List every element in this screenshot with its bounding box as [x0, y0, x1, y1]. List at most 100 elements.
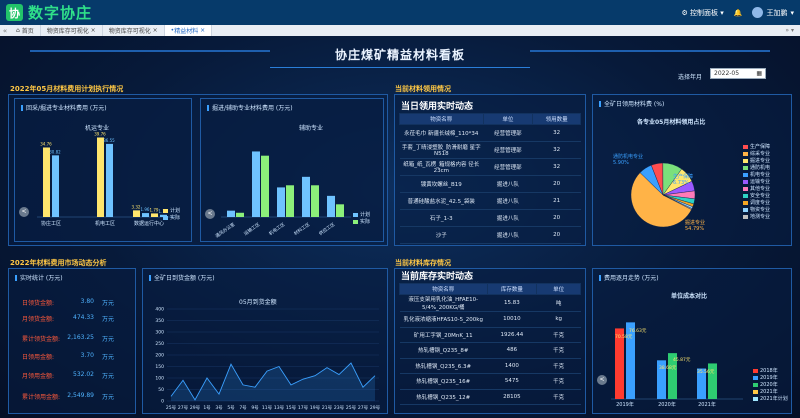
x-tick-label: 15号 — [286, 405, 297, 411]
legend-label: 2021年计划 — [760, 396, 788, 402]
table-cell: 石子_1-3 — [399, 209, 484, 227]
table-cell: 千克 — [536, 342, 581, 359]
section-title-dynamic: 2022年材料费用市场动态分析 — [10, 259, 107, 267]
table-row[interactable]: 液压支架用乳化油_HFAE10-5/4%_200KG/桶 15.83 吨 — [399, 294, 581, 312]
pie-legend: 生产保障 综采专业 掘进专业 通防机电 机电专业 运输专业 其他专业 安全专业 调度专业 物资专业… — [743, 143, 770, 220]
logo-icon: 协 — [6, 4, 23, 21]
table-row[interactable]: 乳化液浓缩液HFAS10-5_200kg 10010 kg — [399, 311, 581, 328]
tab-label: 物资库存可视化 — [46, 28, 89, 35]
summary-u: 万元 — [102, 300, 115, 307]
table-row[interactable]: 石子_1-3 掘进八队 20 — [399, 209, 581, 227]
summary-v: 3.80 — [80, 298, 94, 305]
table-row[interactable]: 矿用工字钢_20MnK_11 1926.44 千克 — [399, 327, 581, 343]
bar-actual — [52, 155, 59, 217]
bar-plan — [43, 147, 50, 217]
aux-prev-button[interactable]: < — [205, 209, 215, 219]
table-row[interactable]: 热轧槽钢_Q235_6.3# 1400 千克 — [399, 358, 581, 374]
control-panel-link[interactable]: ⚙ 控制面板 ▾ — [682, 8, 724, 18]
table-cell: 掘进八队 — [483, 226, 533, 244]
line-panel: 全矿日到货金额 (万元) 05月到货金额 0 50 100 150 200 250 300 3… — [142, 268, 388, 414]
x-tick-label: 29号 — [190, 405, 201, 411]
table-cell: 手套_丁晴浸塑胶_防滑耐磨 星字N518 — [399, 141, 484, 159]
legend-swatch — [743, 186, 748, 191]
tab-scroll-left-icon[interactable]: « — [0, 27, 10, 35]
aux-legend: 计划 实际 — [353, 211, 370, 225]
tab-stock-vis-1[interactable]: 物资库存可视化 × — [41, 25, 103, 36]
bell-icon[interactable]: 🔔 — [734, 9, 743, 17]
calendar-icon: ▦ — [756, 70, 762, 77]
table-row[interactable]: 热轧槽钢_Q235_8# 486 千克 — [399, 342, 581, 359]
table-cell: 掘进八队 — [483, 175, 533, 193]
legend-label: 实际 — [170, 215, 181, 221]
data-label: 70.58元 — [615, 334, 633, 340]
tab-stock-vis-2[interactable]: 物资库存可视化 × — [103, 25, 165, 36]
table-cell: 热轧槽钢_Q235_6.3# — [399, 358, 488, 374]
tick-label: 机电工区 — [95, 220, 115, 227]
bar-plan — [227, 210, 235, 217]
table-row[interactable]: 热轧槽钢_Q235_16# 5475 千克 — [399, 373, 581, 390]
app-title: 数字协庄 — [28, 4, 93, 22]
table-row[interactable]: 热轧槽钢_Q235_12# 28105 千克 — [399, 389, 581, 405]
summary-u: 万元 — [102, 394, 115, 401]
table-row[interactable]: 纸箱_纸_瓦楞_箱规格内容 径长23cm 经营管理部 32 — [399, 158, 581, 176]
table-row[interactable]: 手套_丁晴浸塑胶_防滑耐磨 星字N518 经营管理部 32 — [399, 141, 581, 159]
tab-scroll-right-icon[interactable]: » ▾ — [785, 27, 800, 34]
table-row[interactable]: 镀黄坎螺丝_B19 掘进八队 20 — [399, 175, 581, 193]
table-cell: 热轧槽钢_Q235_12# — [399, 389, 488, 405]
legend-swatch — [753, 375, 758, 380]
summary-v: 474.33 — [73, 314, 94, 321]
legend-item: 2019年 — [753, 374, 788, 381]
bar-actual — [286, 185, 294, 217]
table-cell: 经营管理部 — [483, 124, 533, 142]
table-cell: 掘进八队 — [483, 209, 533, 227]
bar-plan — [302, 176, 310, 217]
legend-item-plan: 计划 — [163, 207, 180, 214]
today-usage-title: 当日领用实时动态 — [401, 102, 474, 112]
pie-pct: 6.73% — [673, 180, 689, 186]
cost-prev-button[interactable]: < — [597, 375, 607, 385]
tick-label: 供应工区 — [317, 221, 336, 237]
table-cell: 沙子 — [399, 226, 484, 244]
data-label: 34.76 — [40, 141, 52, 146]
month-select[interactable]: 2022-05 ▦ — [710, 68, 766, 79]
data-label: 3.32 — [132, 204, 141, 209]
legend-swatch — [743, 151, 748, 156]
legend-label: 实际 — [360, 219, 371, 225]
tab-lean-material[interactable]: • 精益材料 × — [164, 25, 213, 36]
table-cell: 10010 — [487, 311, 537, 328]
x-tick-label: 2019年 — [616, 401, 634, 408]
x-tick-label: 19号 — [310, 405, 321, 411]
bar-plan — [133, 210, 140, 217]
user-menu[interactable]: 王加鹏 ▾ — [752, 7, 794, 18]
section-title-today: 当前材料领用情况 — [395, 85, 451, 93]
mining-prev-button[interactable]: < — [19, 207, 29, 217]
table-row[interactable]: 永莅毛巾 新疆长绒棉_110*34 经营管理部 32 — [399, 124, 581, 142]
summary-title: 实时统计 (万元) — [15, 273, 63, 282]
tick-label: 机电工区 — [267, 221, 286, 237]
top-bar: 协 数字协庄 ⚙ 控制面板 ▾ 🔔 王加鹏 ▾ — [0, 0, 800, 25]
table-row[interactable]: 沙子 掘进八队 20 — [399, 226, 581, 244]
legend-label: 计划 — [170, 208, 181, 214]
tick-label: 运输工区 — [242, 221, 261, 237]
table-cell: 32 — [532, 124, 581, 142]
bar-plan — [252, 151, 260, 217]
col-header: 物资名称 — [399, 113, 484, 125]
bar-plan — [277, 187, 285, 217]
tick-label: 协庄工区 — [41, 220, 61, 227]
summary-row: 月领用金额: 532.02 万元 — [22, 371, 114, 380]
table-cell: 千克 — [536, 327, 581, 343]
table-cell: 20 — [532, 226, 581, 244]
table-cell: 20 — [532, 175, 581, 193]
user-name: 王加鹏 — [766, 8, 788, 17]
summary-row: 累计领货金额: 2,163.25 万元 — [22, 334, 114, 343]
tab-bar: « ⌂ 首页 物资库存可视化 × 物资库存可视化 × • 精益材料 × » ▾ — [0, 25, 800, 36]
legend-swatch — [743, 179, 748, 184]
table-cell: 千克 — [536, 373, 581, 390]
today-usage-table: 物资名称 单位 领用数量 永莅毛巾 新疆长绒棉_110*34 经营管理部 32 手套_… — [399, 113, 581, 244]
tab-label: 精益材料 — [174, 28, 199, 35]
table-row[interactable]: 普通硅酸盐水泥_42.5_袋装 掘进八队 21 — [399, 192, 581, 210]
summary-k: 累计领用金额: — [22, 394, 61, 401]
app-logo[interactable]: 协 数字协庄 — [6, 2, 92, 23]
x-tick-label: 2020年 — [658, 401, 676, 408]
tab-home[interactable]: ⌂ 首页 — [10, 25, 41, 36]
